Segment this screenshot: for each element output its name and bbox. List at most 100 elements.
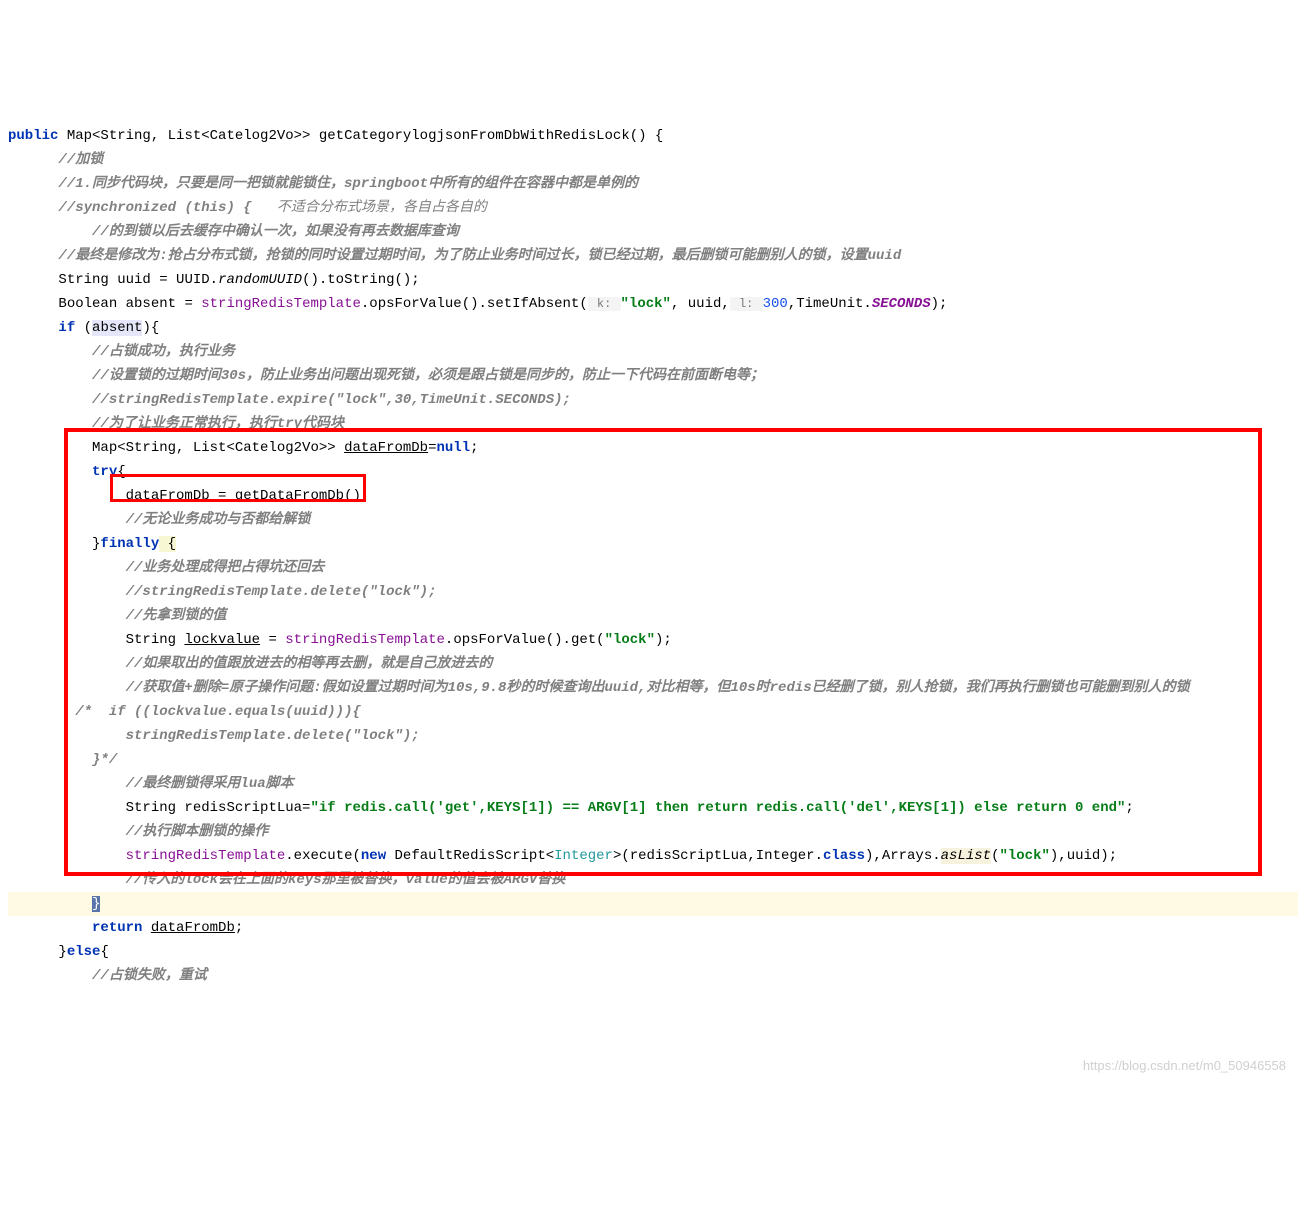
code-text: [142, 920, 150, 936]
comment: //stringRedisTemplate.delete("lock");: [126, 584, 437, 600]
line: //占锁失败，重试: [8, 968, 207, 984]
code-text: ),Arrays.: [865, 848, 941, 864]
comment: //synchronized (this) {: [58, 200, 251, 216]
line: //的到锁以后去缓存中确认一次，如果没有再去数据库查询: [8, 224, 459, 240]
line: //业务处理成得把占得坑还回去: [8, 560, 324, 576]
code-text: ;: [235, 920, 243, 936]
keyword-new: new: [361, 848, 386, 864]
line: //加锁: [8, 152, 103, 168]
comment: //设置锁的过期时间30s，防止业务出问题出现死锁，必须是跟占锁是同步的，防止一…: [92, 368, 764, 384]
string: "if redis.call('get',KEYS[1]) == ARGV[1]…: [310, 800, 1125, 816]
line: }else{: [8, 944, 109, 960]
line: /* if ((lockvalue.equals(uuid))){: [8, 704, 361, 720]
line: stringRedisTemplate.delete("lock");: [8, 728, 420, 744]
comment: //1.同步代码块，只要是同一把锁就能锁住，springboot中所有的组件在容…: [58, 176, 638, 192]
method-call: getDataFromDb: [235, 488, 344, 504]
code-text: .execute(: [285, 848, 361, 864]
line: public Map<String, List<Catelog2Vo>> get…: [8, 128, 663, 144]
variable: lockvalue: [184, 632, 260, 648]
method-signature: Map<String, List<Catelog2Vo>> getCategor…: [58, 128, 663, 144]
static-method: randomUUID: [218, 272, 302, 288]
line: //无论业务成功与否都给解锁: [8, 512, 310, 528]
line: if (absent){: [8, 320, 159, 336]
param-hint: l:: [730, 297, 763, 311]
code-text: Map<String, List<Catelog2Vo>>: [92, 440, 344, 456]
line: Boolean absent = stringRedisTemplate.ops…: [8, 296, 947, 312]
line: //先拿到锁的值: [8, 608, 226, 624]
line: String lockvalue = stringRedisTemplate.o…: [8, 632, 672, 648]
code-text: (: [75, 320, 92, 336]
comment: //业务处理成得把占得坑还回去: [126, 560, 325, 576]
current-line: }: [8, 892, 1298, 916]
static-call: asList: [941, 848, 991, 864]
field: stringRedisTemplate: [285, 632, 445, 648]
code-text: ;: [470, 440, 478, 456]
comment: //加锁: [58, 152, 103, 168]
comment: stringRedisTemplate.delete("lock");: [67, 728, 420, 744]
line: String redisScriptLua="if redis.call('ge…: [8, 800, 1134, 816]
keyword-finally: finally: [100, 536, 159, 552]
static-field: SECONDS: [872, 296, 931, 312]
watermark: https://blog.csdn.net/m0_50946558: [1083, 1054, 1286, 1078]
line: //synchronized (this) { 不适合分布式场景，各自占各自的: [8, 200, 487, 216]
variable: dataFromDb: [151, 920, 235, 936]
code-text: Boolean absent =: [58, 296, 201, 312]
comment: //占锁成功，执行业务: [92, 344, 235, 360]
string: "lock": [999, 848, 1049, 864]
code-text: .opsForValue().setIfAbsent(: [361, 296, 588, 312]
comment: 不适合分布式场景，各自占各自的: [252, 200, 487, 216]
line: //1.同步代码块，只要是同一把锁就能锁住，springboot中所有的组件在容…: [8, 176, 638, 192]
comment: //无论业务成功与否都给解锁: [126, 512, 311, 528]
code-text: =: [260, 632, 285, 648]
code-text: String uuid = UUID.: [58, 272, 218, 288]
comment: //先拿到锁的值: [126, 608, 227, 624]
line: //传入的lock会在上面的keys那里被替换，value的值会被ARGV替换: [8, 872, 565, 888]
line: stringRedisTemplate.execute(new DefaultR…: [8, 848, 1117, 864]
code-text: );: [931, 296, 948, 312]
line: //执行脚本删锁的操作: [8, 824, 268, 840]
code-text: ){: [142, 320, 159, 336]
brace-highlight: {: [159, 536, 176, 552]
string: "lock": [605, 632, 655, 648]
keyword-return: return: [92, 920, 142, 936]
line: //占锁成功，执行业务: [8, 344, 235, 360]
comment: //执行脚本删锁的操作: [126, 824, 269, 840]
comment: //最终是修改为:抢占分布式锁，抢锁的同时设置过期时间，为了防止业务时间过长，锁…: [58, 248, 901, 264]
field: stringRedisTemplate: [126, 848, 286, 864]
line: Map<String, List<Catelog2Vo>> dataFromDb…: [8, 440, 479, 456]
code-text: DefaultRedisScript<: [386, 848, 554, 864]
comment: //stringRedisTemplate.expire("lock",30,T…: [92, 392, 571, 408]
code-text: ,TimeUnit.: [788, 296, 872, 312]
code-text: ();: [344, 488, 369, 504]
comment: }*/: [67, 752, 117, 768]
line: }finally {: [8, 536, 176, 552]
line: dataFromDb = getDataFromDb();: [8, 488, 369, 504]
code-text: ().toString();: [302, 272, 420, 288]
keyword-try: try: [92, 464, 117, 480]
param-hint: k:: [588, 297, 621, 311]
code-text: String: [126, 632, 185, 648]
comment: //的到锁以后去缓存中确认一次，如果没有再去数据库查询: [92, 224, 459, 240]
variable: dataFromDb: [344, 440, 428, 456]
comment: //最终删锁得采用lua脚本: [126, 776, 294, 792]
keyword-else: else: [67, 944, 101, 960]
comment: //如果取出的值跟放进去的相等再去删，就是自己放进去的: [126, 656, 493, 672]
line: }*/: [8, 752, 117, 768]
keyword-class: class: [823, 848, 865, 864]
code-text: String redisScriptLua=: [126, 800, 311, 816]
line: //stringRedisTemplate.delete("lock");: [8, 584, 436, 600]
line: //最终是修改为:抢占分布式锁，抢锁的同时设置过期时间，为了防止业务时间过长，锁…: [8, 248, 901, 264]
line: String uuid = UUID.randomUUID().toString…: [8, 272, 420, 288]
comment: //传入的lock会在上面的keys那里被替换，value的值会被ARGV替换: [126, 872, 566, 888]
code-text: , uuid,: [671, 296, 730, 312]
comment: //获取值+删除=原子操作问题:假如设置过期时间为10s,9.8秒的时候查询出u…: [126, 680, 1190, 696]
code-text: ),uuid);: [1050, 848, 1117, 864]
code-text: ;: [1125, 800, 1133, 816]
caret: }: [92, 896, 100, 912]
code-text: >(redisScriptLua,Integer.: [613, 848, 823, 864]
type-param: Integer: [554, 848, 613, 864]
code-editor[interactable]: public Map<String, List<Catelog2Vo>> get…: [0, 96, 1306, 1088]
line: //如果取出的值跟放进去的相等再去删，就是自己放进去的: [8, 656, 492, 672]
keyword-public: public: [8, 128, 58, 144]
line: //获取值+删除=原子操作问题:假如设置过期时间为10s,9.8秒的时候查询出u…: [8, 680, 1190, 696]
